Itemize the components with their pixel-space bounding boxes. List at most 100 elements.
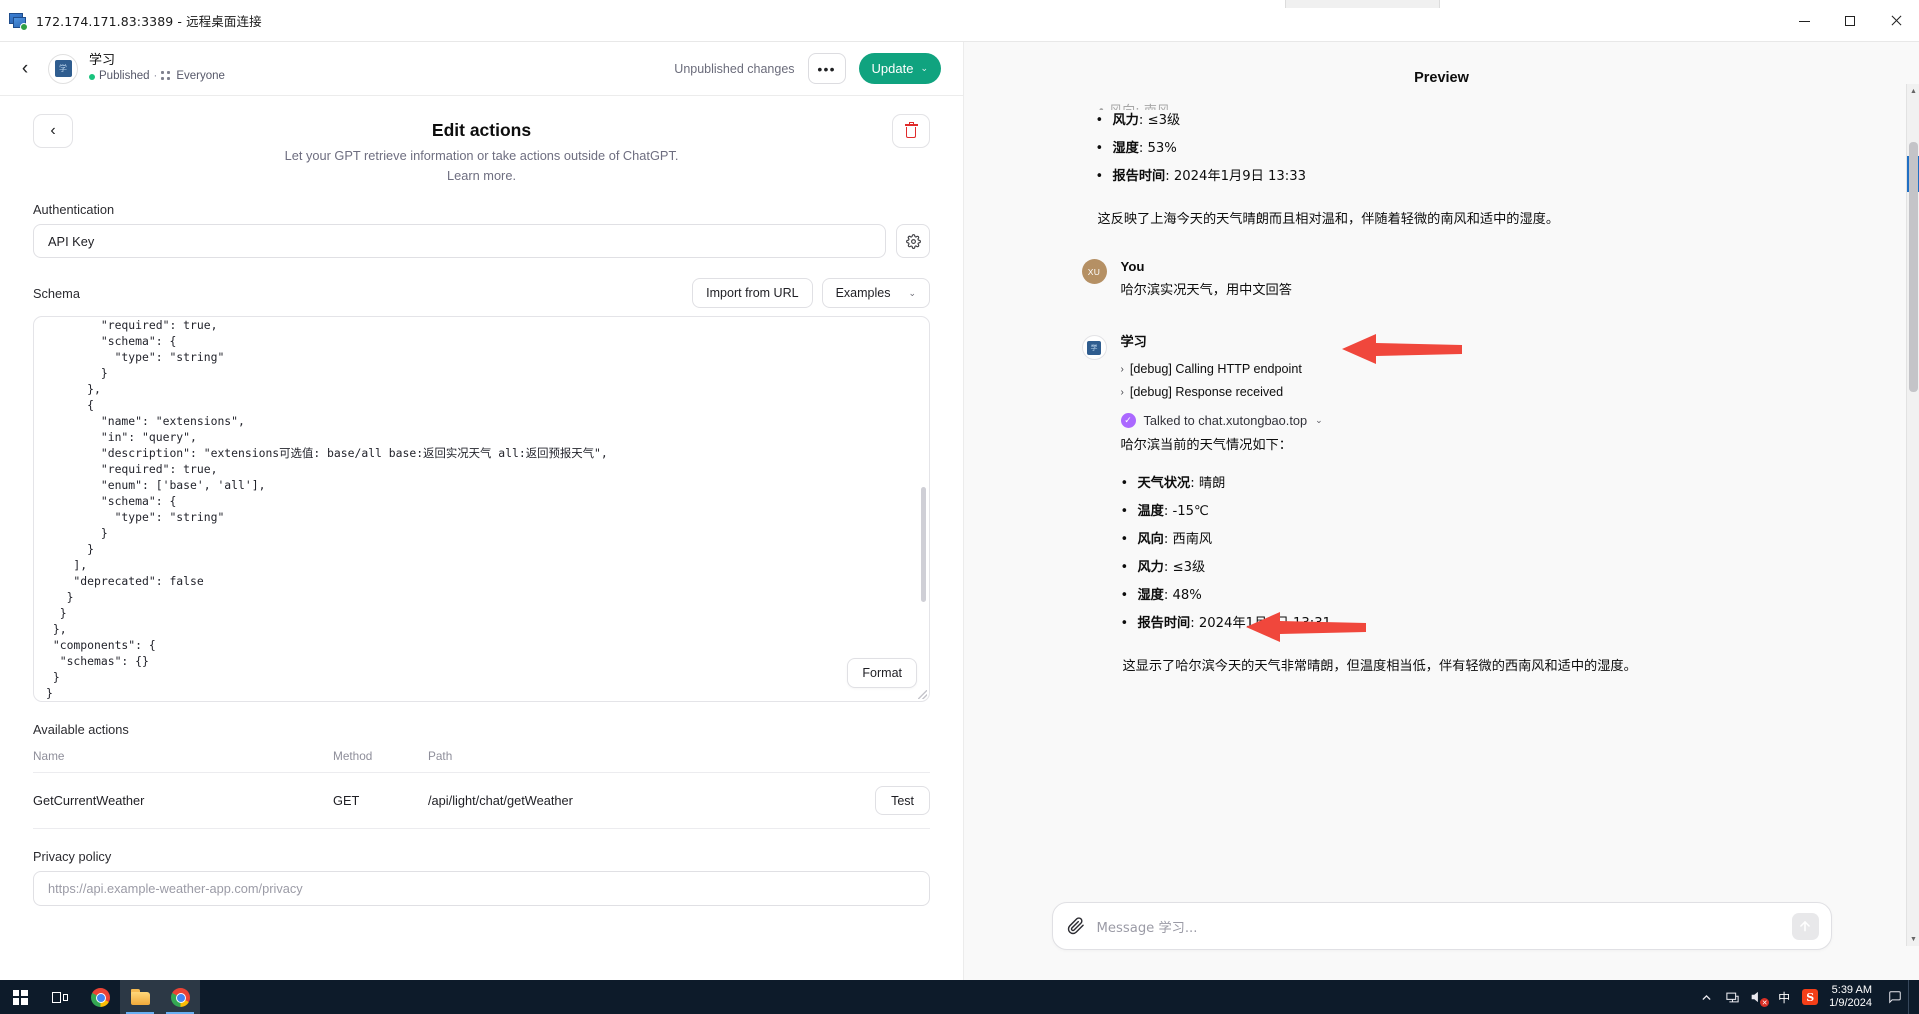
published-dot-icon xyxy=(89,74,95,80)
available-actions-section: Available actions Name Method Path xyxy=(33,722,930,829)
header-actions: Unpublished changes ••• Update ⌄ xyxy=(674,53,941,84)
weather-value: 晴朗 xyxy=(1199,476,1225,491)
maximize-button[interactable] xyxy=(1827,0,1873,42)
message-composer[interactable]: Message 学习... xyxy=(1052,902,1832,950)
system-tray: ✕ 中 S 5:39 AM 1/9/2024 xyxy=(1693,980,1919,1014)
schema-code[interactable]: "required": true, "schema": { "type": "s… xyxy=(34,316,929,701)
network-icon[interactable] xyxy=(1719,980,1745,1014)
column-header-method: Method xyxy=(333,744,428,773)
scroll-down-arrow-icon[interactable]: ▼ xyxy=(1907,932,1919,946)
chevron-down-icon: ⌄ xyxy=(1315,415,1323,426)
weather-sep: : xyxy=(1139,113,1148,128)
paperclip-icon[interactable] xyxy=(1067,917,1085,935)
list-item: 天气状况: 晴朗 xyxy=(1121,470,1802,498)
clock-date: 1/9/2024 xyxy=(1829,997,1872,1010)
gpt-meta: 学习 Published · Everyone xyxy=(89,53,225,84)
show-desktop-button[interactable] xyxy=(1908,980,1915,1014)
weather-sep: : xyxy=(1165,169,1174,184)
chevron-up-icon xyxy=(1700,991,1713,1004)
harbin-weather-list: 天气状况: 晴朗 温度: -15℃ 风向: 西南风 风力: ≤3级 xyxy=(1121,470,1802,638)
editor-scroll-area[interactable]: ‹ Edit actions Let your GPT retrieve inf… xyxy=(0,96,963,980)
gpt-avatar-glyph: 学 xyxy=(1087,341,1101,355)
unpublished-changes-label: Unpublished changes xyxy=(674,62,794,76)
sogou-ime-icon[interactable]: S xyxy=(1797,980,1823,1014)
column-header-actions xyxy=(860,744,930,773)
task-view-icon xyxy=(52,991,68,1004)
resize-handle[interactable] xyxy=(918,690,927,699)
ime-indicator[interactable]: 中 xyxy=(1771,980,1797,1014)
debug-row[interactable]: › [debug] Response received xyxy=(1121,381,1802,404)
debug-row[interactable]: › [debug] Calling HTTP endpoint xyxy=(1121,358,1802,381)
list-item: 报告时间: 2024年1月9日 13:33 xyxy=(1096,163,1802,191)
remote-desktop-icon xyxy=(9,12,27,30)
close-button[interactable] xyxy=(1873,0,1919,42)
chrome-taskbar-icon[interactable] xyxy=(80,980,120,1014)
action-name: GetCurrentWeather xyxy=(33,773,333,829)
message-author: 学习 xyxy=(1121,333,1802,353)
windows-logo-icon xyxy=(13,990,28,1005)
list-item: 风力: ≤3级 xyxy=(1121,554,1802,582)
gpt-header: ‹ 学 学习 Published · Everyone Unpublished … xyxy=(0,42,963,96)
update-button[interactable]: Update ⌄ xyxy=(859,53,941,84)
weather-key: 报告时间 xyxy=(1138,616,1191,631)
clock[interactable]: 5:39 AM 1/9/2024 xyxy=(1823,984,1882,1010)
format-button[interactable]: Format xyxy=(847,658,917,688)
message-input[interactable]: Message 学习... xyxy=(1097,917,1792,936)
task-view-button[interactable] xyxy=(40,980,80,1014)
minimize-button[interactable] xyxy=(1781,0,1827,42)
scroll-up-arrow-icon[interactable]: ▲ xyxy=(1907,84,1919,98)
debug-text: [debug] Calling HTTP endpoint xyxy=(1130,358,1302,381)
weather-sep: : xyxy=(1139,141,1148,156)
examples-dropdown[interactable]: Examples ⌄ xyxy=(822,278,930,308)
tray-overflow-button[interactable] xyxy=(1693,980,1719,1014)
weather-value: 53% xyxy=(1148,141,1177,156)
authentication-settings-button[interactable] xyxy=(896,224,930,258)
schema-scrollbar[interactable] xyxy=(921,487,926,602)
column-header-path: Path xyxy=(428,744,860,773)
column-header-name: Name xyxy=(33,744,333,773)
weather-key: 风力 xyxy=(1113,113,1139,128)
shanghai-summary: 这反映了上海今天的天气晴朗而且相对温和，伴随着轻微的南风和适中的湿度。 xyxy=(1098,208,1802,231)
tool-call-badge[interactable]: ✓ Talked to chat.xutongbao.top ⌄ xyxy=(1121,413,1802,428)
schema-editor[interactable]: "required": true, "schema": { "type": "s… xyxy=(33,316,930,702)
clock-time: 5:39 AM xyxy=(1829,984,1872,997)
page-description: Let your GPT retrieve information or tak… xyxy=(202,146,762,186)
delete-action-button[interactable] xyxy=(892,114,930,148)
chat-scroll-area[interactable]: • 风向: 南风 风力: ≤3级 湿度: 53% 报告时间: 2024年1月9日… xyxy=(964,100,1919,892)
import-from-url-button[interactable]: Import from URL xyxy=(692,278,812,308)
assistant-summary: 这显示了哈尔滨今天的天气非常晴朗，但温度相当低，伴有轻微的西南风和适中的湿度。 xyxy=(1123,655,1663,678)
list-item: 风力: ≤3级 xyxy=(1096,107,1802,135)
chrome-active-taskbar-icon[interactable] xyxy=(160,980,200,1014)
scrollbar-thumb[interactable] xyxy=(1909,142,1918,392)
muted-badge-icon: ✕ xyxy=(1760,998,1769,1007)
authentication-value[interactable]: API Key xyxy=(33,224,886,258)
panel-back-button[interactable]: ‹ xyxy=(33,114,73,148)
page-title: Edit actions xyxy=(33,114,930,142)
authentication-label: Authentication xyxy=(33,202,930,217)
schema-section: Schema Import from URL Examples ⌄ xyxy=(33,278,930,702)
weather-value: 2024年1月9日 13:33 xyxy=(1174,169,1306,184)
weather-key: 湿度 xyxy=(1138,588,1164,603)
weather-sep: : xyxy=(1190,476,1199,491)
preview-panel: Preview • 风向: 南风 风力: ≤3级 湿度: 53% 报告时间: 2… xyxy=(963,42,1919,980)
debug-text: [debug] Response received xyxy=(1130,381,1283,404)
file-explorer-taskbar-icon[interactable] xyxy=(120,980,160,1014)
test-action-button[interactable]: Test xyxy=(875,786,930,815)
rdp-connection-bar[interactable] xyxy=(1285,0,1440,8)
weather-sep: : xyxy=(1164,588,1173,603)
more-options-button[interactable]: ••• xyxy=(808,53,846,84)
notifications-icon[interactable] xyxy=(1882,980,1908,1014)
composer-wrapper: Message 学习... xyxy=(964,892,1919,980)
weather-key: 温度 xyxy=(1138,504,1164,519)
weather-sep: : xyxy=(1164,560,1173,575)
privacy-policy-input[interactable]: https://api.example-weather-app.com/priv… xyxy=(33,871,930,906)
chevron-down-icon: ⌄ xyxy=(908,288,916,299)
header-back-button[interactable]: ‹ xyxy=(10,54,40,84)
send-button[interactable] xyxy=(1792,913,1819,940)
chrome-icon xyxy=(91,988,110,1007)
panel-header: ‹ Edit actions Let your GPT retrieve inf… xyxy=(33,114,930,186)
start-button[interactable] xyxy=(0,980,40,1014)
volume-muted-icon[interactable]: ✕ xyxy=(1745,980,1771,1014)
learn-more-link[interactable]: Learn more. xyxy=(202,166,762,186)
remote-scrollbar[interactable]: ▲ ▼ xyxy=(1906,84,1919,946)
